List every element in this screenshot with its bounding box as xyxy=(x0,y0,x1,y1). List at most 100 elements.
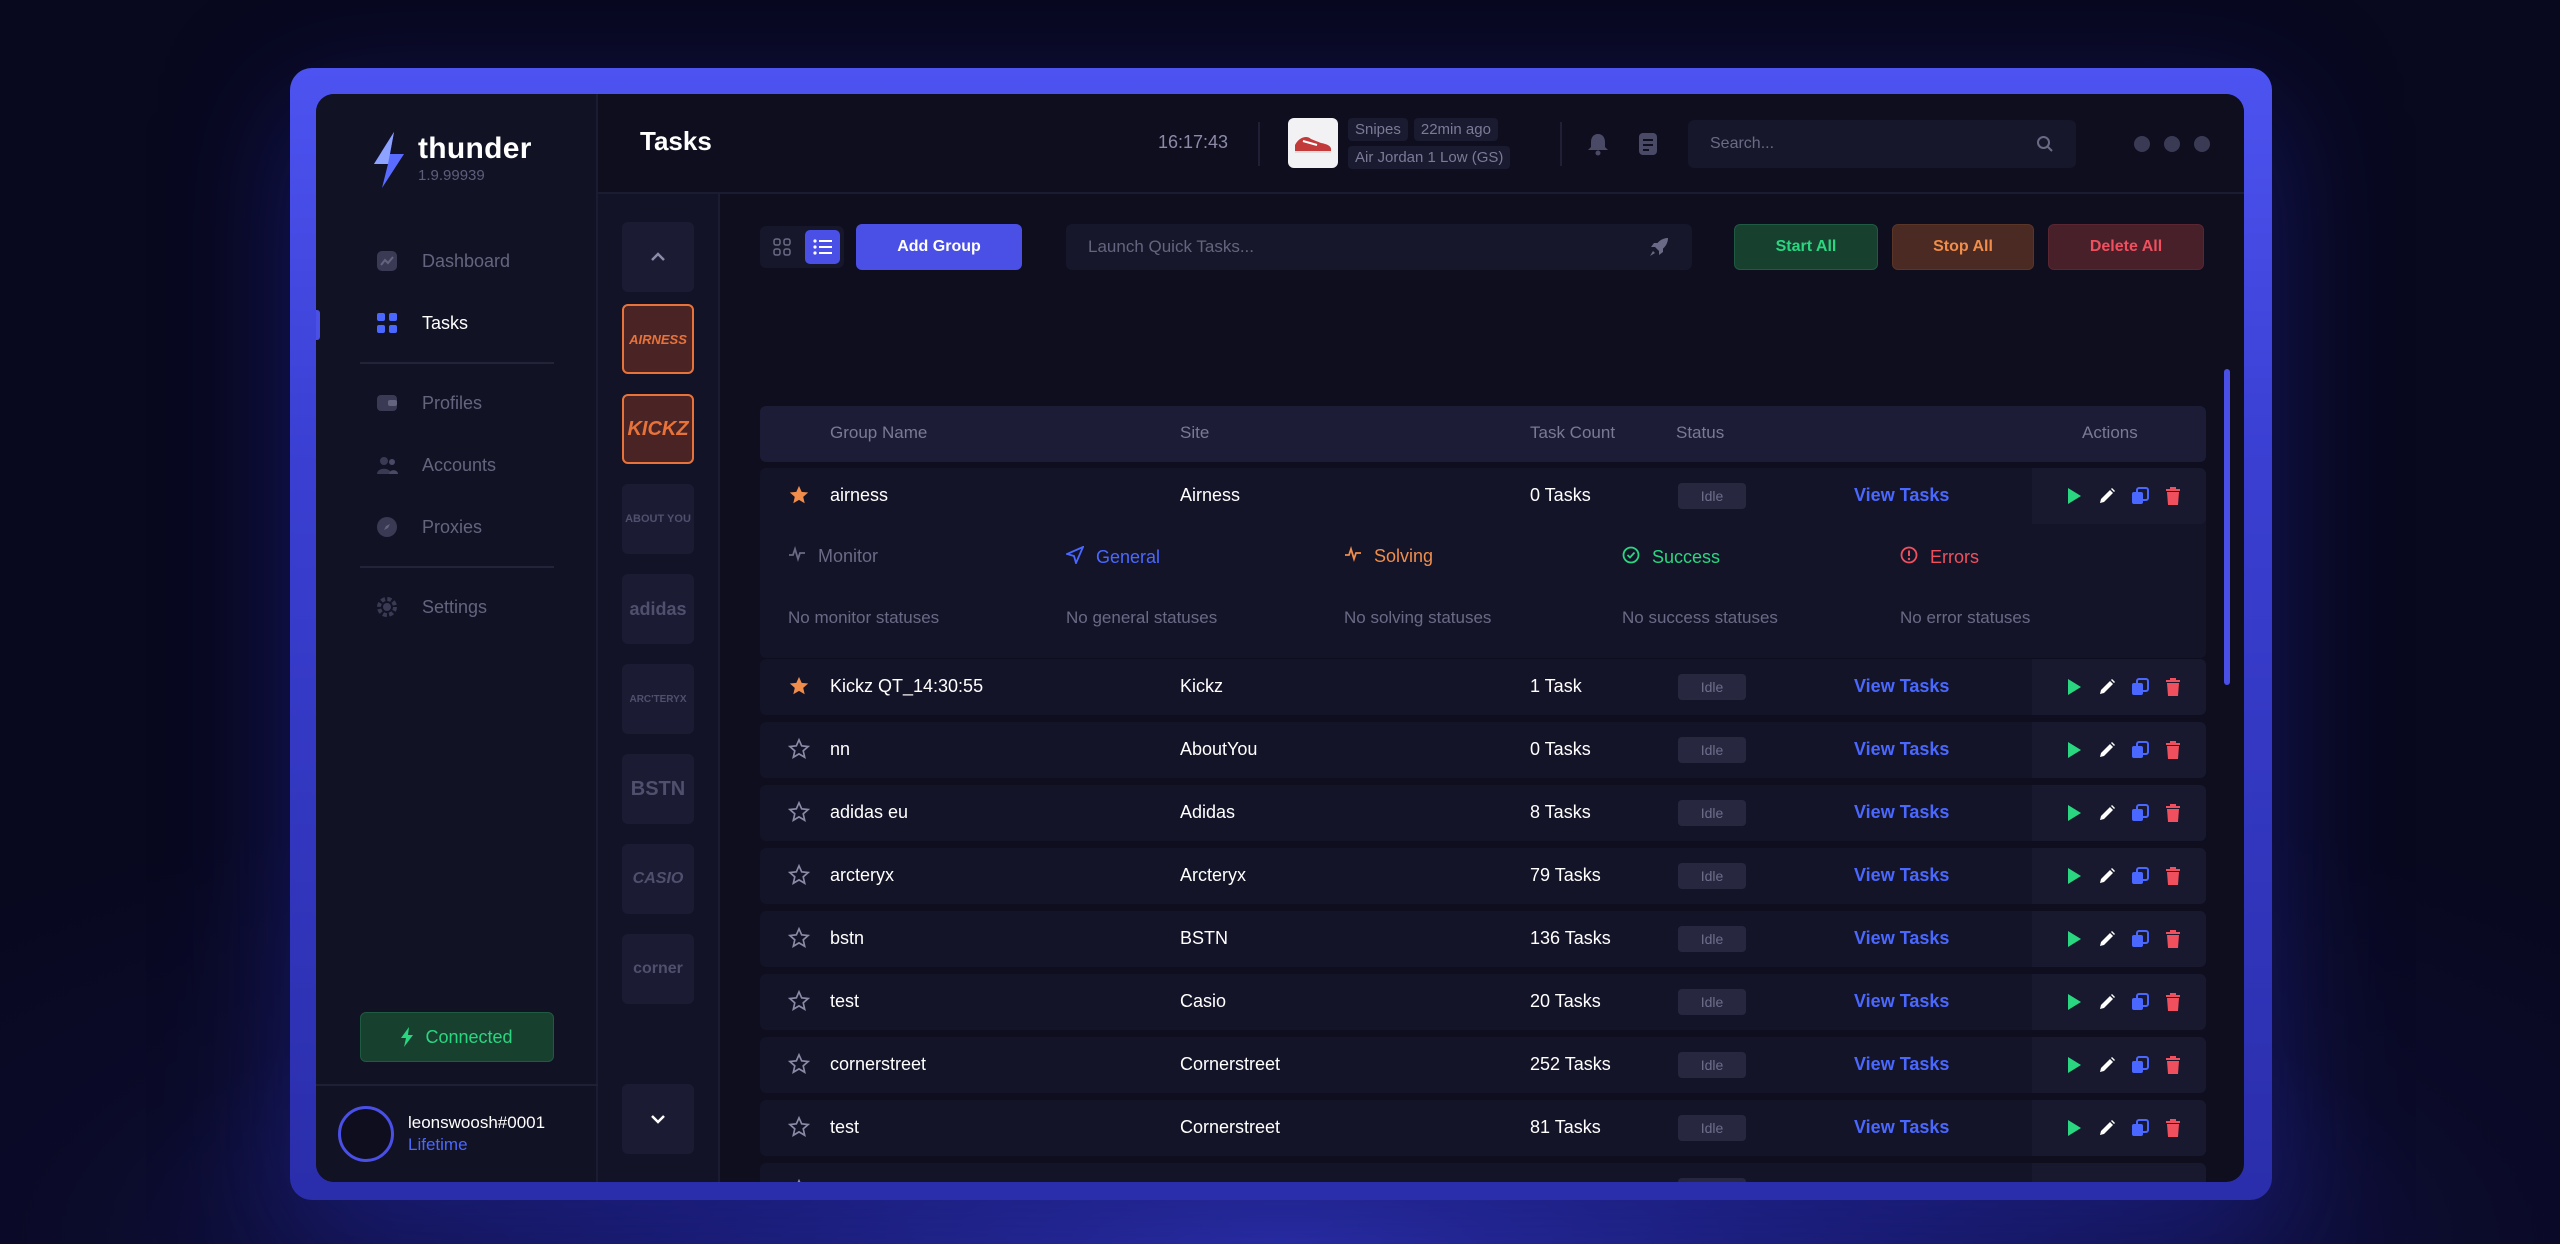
trash-icon[interactable] xyxy=(2163,866,2183,886)
play-icon[interactable] xyxy=(2064,1181,2084,1182)
view-tasks-link[interactable]: View Tasks xyxy=(1854,1117,1949,1138)
edit-icon[interactable] xyxy=(2097,929,2117,949)
table-row[interactable]: adidas eu Adidas 8 Tasks Idle View Tasks xyxy=(760,785,2206,841)
table-row[interactable]: nn AboutYou 0 Tasks Idle View Tasks xyxy=(760,722,2206,778)
trash-icon[interactable] xyxy=(2163,992,2183,1012)
connection-status-button[interactable]: Connected xyxy=(360,1012,554,1062)
edit-icon[interactable] xyxy=(2097,1181,2117,1182)
trash-icon[interactable] xyxy=(2163,1181,2183,1182)
play-icon[interactable] xyxy=(2064,740,2084,760)
copy-icon[interactable] xyxy=(2130,1118,2150,1138)
view-tasks-link[interactable]: View Tasks xyxy=(1854,1054,1949,1075)
view-tasks-link[interactable]: View Tasks xyxy=(1854,991,1949,1012)
star-filled-icon[interactable] xyxy=(788,484,810,506)
play-icon[interactable] xyxy=(2064,486,2084,506)
view-tasks-link[interactable]: View Tasks xyxy=(1854,865,1949,886)
avatar[interactable] xyxy=(338,1106,394,1162)
edit-icon[interactable] xyxy=(2097,740,2117,760)
star-outline-icon[interactable] xyxy=(787,1052,811,1075)
trash-icon[interactable] xyxy=(2163,1055,2183,1075)
play-icon[interactable] xyxy=(2064,1118,2084,1138)
grid-view-button[interactable] xyxy=(764,230,799,264)
table-row[interactable]: airness Airness 0 Tasks Idle View Tasks xyxy=(760,468,2206,524)
search-icon[interactable] xyxy=(2036,135,2054,153)
rail-scroll-up-button[interactable] xyxy=(622,222,694,292)
sidebar-item-accounts[interactable]: Accounts xyxy=(316,434,598,496)
view-tasks-link[interactable]: View Tasks xyxy=(1854,1180,1949,1182)
edit-icon[interactable] xyxy=(2097,803,2117,823)
document-icon[interactable] xyxy=(1634,130,1662,158)
play-icon[interactable] xyxy=(2064,929,2084,949)
view-tasks-link[interactable]: View Tasks xyxy=(1854,739,1949,760)
rail-site-adidas[interactable]: adidas xyxy=(622,574,694,644)
rail-site-arcteryx[interactable]: ARC'TERYX xyxy=(622,664,694,734)
copy-icon[interactable] xyxy=(2130,486,2150,506)
view-tasks-link[interactable]: View Tasks xyxy=(1854,802,1949,823)
close-button[interactable] xyxy=(2194,136,2210,152)
sidebar-item-proxies[interactable]: Proxies xyxy=(316,496,598,558)
rail-site-aboutyou[interactable]: ABOUT YOU xyxy=(622,484,694,554)
star-outline-icon[interactable] xyxy=(788,1178,810,1182)
star-outline-icon[interactable] xyxy=(787,863,811,886)
copy-icon[interactable] xyxy=(2130,803,2150,823)
star-outline-icon[interactable] xyxy=(787,989,811,1012)
trash-icon[interactable] xyxy=(2163,1118,2183,1138)
sidebar-item-profiles[interactable]: Profiles xyxy=(316,372,598,434)
table-row[interactable]: bstn BSTN 136 Tasks Idle View Tasks xyxy=(760,911,2206,967)
edit-icon[interactable] xyxy=(2097,486,2117,506)
trash-icon[interactable] xyxy=(2163,677,2183,697)
delete-all-button[interactable]: Delete All xyxy=(2048,224,2204,270)
table-row[interactable]: arcteryx Arcteryx 79 Tasks Idle View Tas… xyxy=(760,848,2206,904)
table-row[interactable]: Kickz_QT Kickz 1 Task Idle View Tasks xyxy=(760,1163,2206,1182)
copy-icon[interactable] xyxy=(2130,740,2150,760)
edit-icon[interactable] xyxy=(2097,677,2117,697)
play-icon[interactable] xyxy=(2064,1055,2084,1075)
star-filled-icon[interactable] xyxy=(788,675,810,697)
view-tasks-link[interactable]: View Tasks xyxy=(1854,928,1949,949)
latest-snipe-card[interactable]: Snipes 22min ago Air Jordan 1 Low (GS) xyxy=(1288,114,1526,172)
copy-icon[interactable] xyxy=(2130,866,2150,886)
search-box[interactable] xyxy=(1688,120,2076,168)
copy-icon[interactable] xyxy=(2130,1181,2150,1182)
copy-icon[interactable] xyxy=(2130,992,2150,1012)
star-outline-icon[interactable] xyxy=(787,737,811,760)
edit-icon[interactable] xyxy=(2097,992,2117,1012)
play-icon[interactable] xyxy=(2064,677,2084,697)
table-row[interactable]: Kickz QT_14:30:55 Kickz 1 Task Idle View… xyxy=(760,659,2206,715)
view-tasks-link[interactable]: View Tasks xyxy=(1854,485,1949,506)
table-row[interactable]: test Cornerstreet 81 Tasks Idle View Tas… xyxy=(760,1100,2206,1156)
copy-icon[interactable] xyxy=(2130,677,2150,697)
copy-icon[interactable] xyxy=(2130,1055,2150,1075)
start-all-button[interactable]: Start All xyxy=(1734,224,1878,270)
rail-site-bstn[interactable]: BSTN xyxy=(622,754,694,824)
sidebar-item-tasks[interactable]: Tasks xyxy=(316,292,598,354)
edit-icon[interactable] xyxy=(2097,1118,2117,1138)
table-row[interactable]: test Casio 20 Tasks Idle View Tasks xyxy=(760,974,2206,1030)
view-tasks-link[interactable]: View Tasks xyxy=(1854,676,1949,697)
rail-scroll-down-button[interactable] xyxy=(622,1084,694,1154)
copy-icon[interactable] xyxy=(2130,929,2150,949)
sidebar-item-settings[interactable]: Settings xyxy=(316,576,598,638)
sidebar-item-dashboard[interactable]: Dashboard xyxy=(316,230,598,292)
trash-icon[interactable] xyxy=(2163,803,2183,823)
quick-tasks-box[interactable] xyxy=(1066,224,1692,270)
play-icon[interactable] xyxy=(2064,992,2084,1012)
stop-all-button[interactable]: Stop All xyxy=(1892,224,2034,270)
minimize-button[interactable] xyxy=(2134,136,2150,152)
list-view-button[interactable] xyxy=(805,230,840,264)
trash-icon[interactable] xyxy=(2163,929,2183,949)
maximize-button[interactable] xyxy=(2164,136,2180,152)
user-panel[interactable]: leonswoosh#0001 Lifetime xyxy=(316,1084,598,1182)
rail-site-airness[interactable]: AIRNESS xyxy=(622,304,694,374)
play-icon[interactable] xyxy=(2064,803,2084,823)
rail-site-casio[interactable]: CASIO xyxy=(622,844,694,914)
edit-icon[interactable] xyxy=(2097,1055,2117,1075)
star-outline-icon[interactable] xyxy=(787,926,811,949)
table-row[interactable]: cornerstreet Cornerstreet 252 Tasks Idle… xyxy=(760,1037,2206,1093)
add-group-button[interactable]: Add Group xyxy=(856,224,1022,270)
star-outline-icon[interactable] xyxy=(787,1115,811,1138)
trash-icon[interactable] xyxy=(2163,740,2183,760)
trash-icon[interactable] xyxy=(2163,486,2183,506)
rail-site-kickz[interactable]: KICKZ xyxy=(622,394,694,464)
rocket-icon[interactable] xyxy=(1648,236,1670,258)
